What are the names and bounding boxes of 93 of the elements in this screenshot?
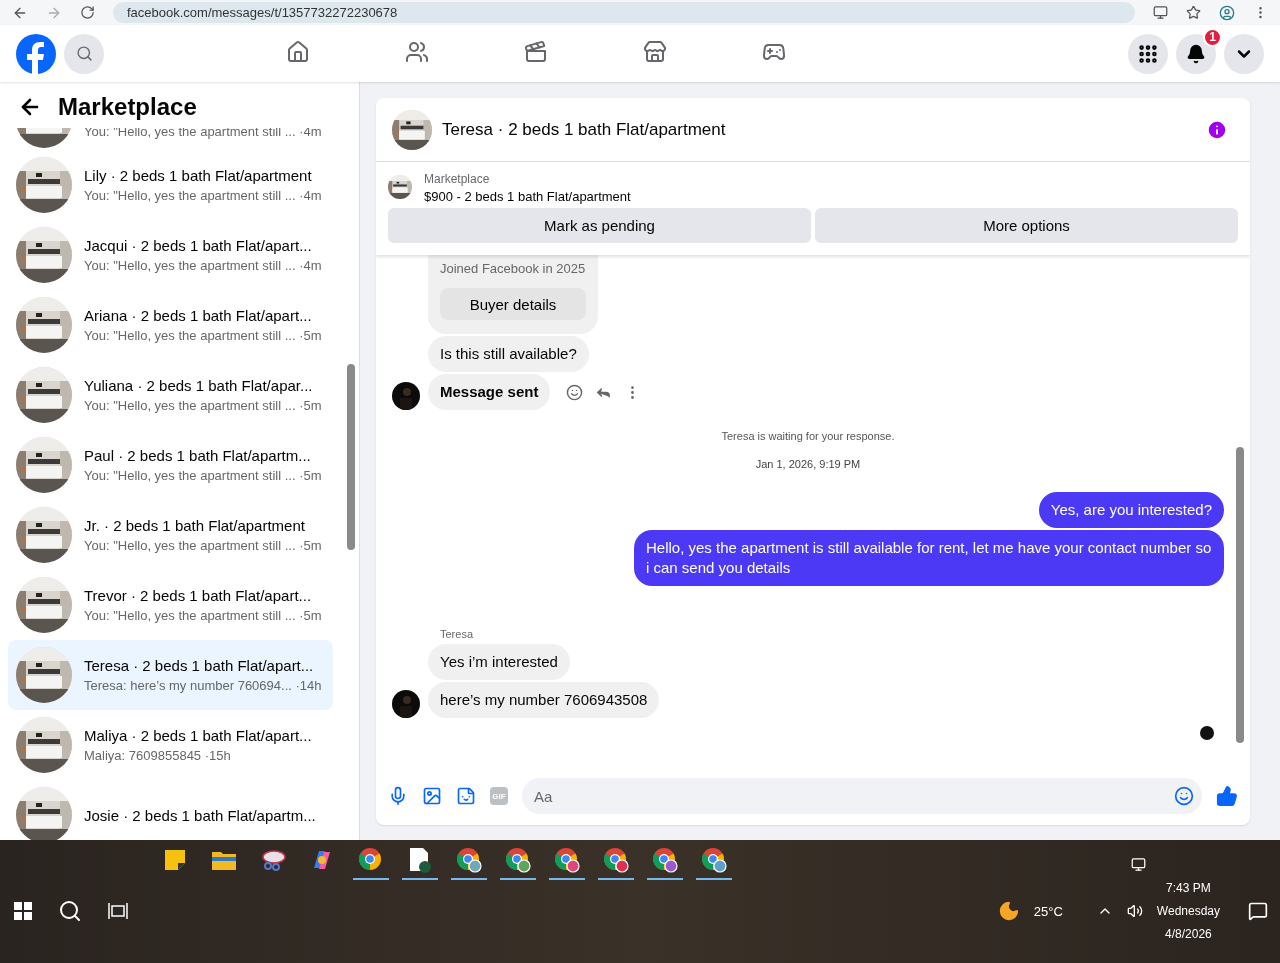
- listing-title: $900 - 2 beds 1 bath Flat/apartment: [424, 189, 631, 204]
- search-icon[interactable]: [58, 899, 82, 923]
- conversation-preview: You: "Hello, yes the apartment still ... ·4m: [84, 188, 322, 203]
- folder-icon[interactable]: [212, 849, 236, 870]
- buyer-details-button[interactable]: Buyer details: [440, 288, 586, 320]
- chrome-icon[interactable]: [554, 846, 580, 873]
- clock-date[interactable]: 4/8/2026: [1165, 927, 1212, 941]
- joined-text: Joined Facebook in 2025: [440, 261, 586, 276]
- monitor-icon[interactable]: [1153, 5, 1168, 20]
- conversation-item[interactable]: Maliya · 2 beds 1 bath Flat/apart... Maliya: 7609855845 ·15h: [8, 710, 333, 780]
- conversation-title: Paul · 2 beds 1 bath Flat/apartm...: [84, 447, 312, 464]
- chrome-icon[interactable]: [603, 846, 629, 873]
- marketplace-icon[interactable]: [643, 40, 667, 64]
- conversation-title: Yuliana · 2 beds 1 bath Flat/apar...: [84, 377, 314, 394]
- chrome-icon[interactable]: [652, 846, 678, 873]
- conversation-item[interactable]: Yuliana · 2 beds 1 bath Flat/apar... You: "Hello, yes the apartment still ... ·5m: [8, 360, 333, 430]
- conversation-item[interactable]: Jr. · 2 beds 1 bath Flat/apartment You: "Hello, yes the apartment still ... ·5m: [8, 500, 333, 570]
- clock-day[interactable]: Wednesday: [1156, 904, 1220, 918]
- notification-badge: 1: [1203, 27, 1222, 47]
- friends-icon[interactable]: [405, 40, 429, 64]
- message-bubble: Yes i’m interested: [428, 644, 570, 680]
- clock-time[interactable]: 7:43 PM: [1166, 881, 1211, 895]
- conversation-title: Lily · 2 beds 1 bath Flat/apartment: [84, 167, 313, 184]
- listing-button[interactable]: Mark as pending: [388, 208, 811, 243]
- chrome-icon[interactable]: [358, 846, 384, 873]
- chat-title: Teresa · 2 beds 1 bath Flat/apartment: [442, 119, 727, 140]
- chrome-icon[interactable]: [701, 846, 727, 873]
- menu-button[interactable]: [1128, 33, 1168, 74]
- conversation-item[interactable]: Teresa · 2 beds 1 bath Flat/apart... Teresa: here’s my number 760694... ·14h: [8, 640, 333, 710]
- conversation-title: Teresa · 2 beds 1 bath Flat/apart...: [84, 657, 315, 674]
- conversation-title: Jacqui · 2 beds 1 bath Flat/apart...: [84, 237, 313, 254]
- conversation-preview: You: "Hello, yes the apartment still ... ·4m: [84, 258, 322, 273]
- status-text: Teresa is waiting for your response.: [720, 429, 896, 442]
- listing-source: Marketplace: [424, 172, 491, 186]
- listing-button[interactable]: More options: [815, 208, 1238, 243]
- search-button[interactable]: [64, 33, 104, 74]
- sidebar-title: Marketplace: [58, 93, 197, 121]
- task-view-icon[interactable]: [108, 902, 128, 920]
- message-field[interactable]: Aa: [522, 778, 1202, 814]
- message-bubble: Message sent: [428, 374, 551, 410]
- conversation-item[interactable]: Lily · 2 beds 1 bath Flat/apartment You: "Hello, yes the apartment still ... ·4m: [8, 150, 333, 220]
- volume-icon[interactable]: [1126, 903, 1143, 919]
- timestamp: Jan 1, 2026, 9:19 PM: [754, 457, 862, 472]
- conversation-title: Trevor · 2 beds 1 bath Flat/apart...: [84, 587, 313, 604]
- conversation-preview: You: "Hello, yes the apartment still ... ·5m: [84, 538, 322, 553]
- microphone-icon[interactable]: [388, 786, 408, 806]
- info-icon[interactable]: [1206, 118, 1228, 141]
- conversation-item[interactable]: Ariana · 2 beds 1 bath Flat/apart... You: "Hello, yes the apartment still ... ·5m: [8, 290, 333, 360]
- message-bubble: Yes, are you interested?: [1038, 492, 1224, 528]
- chrome-icon[interactable]: [456, 846, 482, 873]
- message-bubble: Is this still available?: [428, 336, 589, 372]
- conversation-title: Jr. · 2 beds 1 bath Flat/apartment: [84, 517, 306, 534]
- conversation-title: Ariana · 2 beds 1 bath Flat/apart...: [84, 307, 313, 324]
- home-icon[interactable]: [286, 40, 310, 64]
- conversation-preview: You: "Hello, yes the apartment still ... ·5m: [84, 328, 322, 343]
- message-bubble: Hello, yes the apartment is still available for rent, let me have your contact number so i can send you details: [634, 530, 1224, 586]
- conversation-item[interactable]: Trevor · 2 beds 1 bath Flat/apart... You: "Hello, yes the apartment still ... ·5m: [8, 570, 333, 640]
- conversation-preview: Teresa: here’s my number 760694... ·14h: [84, 678, 322, 693]
- sticky-note-icon[interactable]: [164, 848, 186, 871]
- bookmark-icon[interactable]: [1186, 5, 1201, 20]
- emoji-icon[interactable]: [566, 383, 584, 401]
- emoji-icon[interactable]: [1174, 786, 1194, 806]
- seen-avatar: [1200, 726, 1214, 740]
- conversation-preview: You: "Hello, yes the apartment still ... ·5m: [84, 468, 322, 483]
- conversation-item[interactable]: Josie · 2 beds 1 bath Flat/apartm...: [8, 780, 333, 840]
- conversation-preview: Maliya: 7609855845 ·15h: [84, 748, 232, 763]
- temperature[interactable]: 25°C: [1033, 903, 1063, 919]
- reload-icon[interactable]: [80, 5, 95, 20]
- like-icon[interactable]: [1216, 785, 1238, 807]
- grid-icon[interactable]: [1137, 42, 1159, 65]
- photo-icon[interactable]: [422, 786, 442, 806]
- document-icon[interactable]: [408, 846, 432, 873]
- address-bar[interactable]: facebook.com/messages/t/1357732272230678: [113, 2, 1135, 23]
- account-button[interactable]: [1224, 33, 1264, 74]
- conversation-title: Maliya · 2 beds 1 bath Flat/apart...: [84, 727, 312, 744]
- chrome-icon[interactable]: [505, 846, 531, 873]
- conversation-preview: You: "Hello, yes the apartment still ... ·5m: [84, 608, 322, 623]
- conversation-item[interactable]: Jacqui · 2 beds 1 bath Flat/apart... You: "Hello, yes the apartment still ... ·4m: [8, 220, 333, 290]
- sender-name: Teresa: [440, 628, 475, 640]
- sticker-icon[interactable]: [456, 786, 476, 806]
- conversation-preview: You: "Hello, yes the apartment still ... ·5m: [84, 398, 322, 413]
- notifications-icon[interactable]: [1248, 901, 1268, 921]
- conversation-item[interactable]: Paul · 2 beds 1 bath Flat/apartm... You: "Hello, yes the apartment still ... ·5m: [8, 430, 333, 500]
- video-icon[interactable]: [524, 40, 548, 64]
- scissors-icon[interactable]: [260, 848, 286, 871]
- moon-icon[interactable]: [997, 900, 1020, 922]
- logo-icon[interactable]: [16, 33, 56, 74]
- network-icon[interactable]: [1130, 857, 1146, 872]
- message-bubble: here’s my number 7606943508: [428, 682, 660, 718]
- profile-icon[interactable]: [1219, 4, 1235, 21]
- conversation-title: Josie · 2 beds 1 bath Flat/apartm...: [84, 806, 316, 824]
- bell-icon[interactable]: [1186, 43, 1206, 64]
- windows-icon[interactable]: [14, 902, 32, 920]
